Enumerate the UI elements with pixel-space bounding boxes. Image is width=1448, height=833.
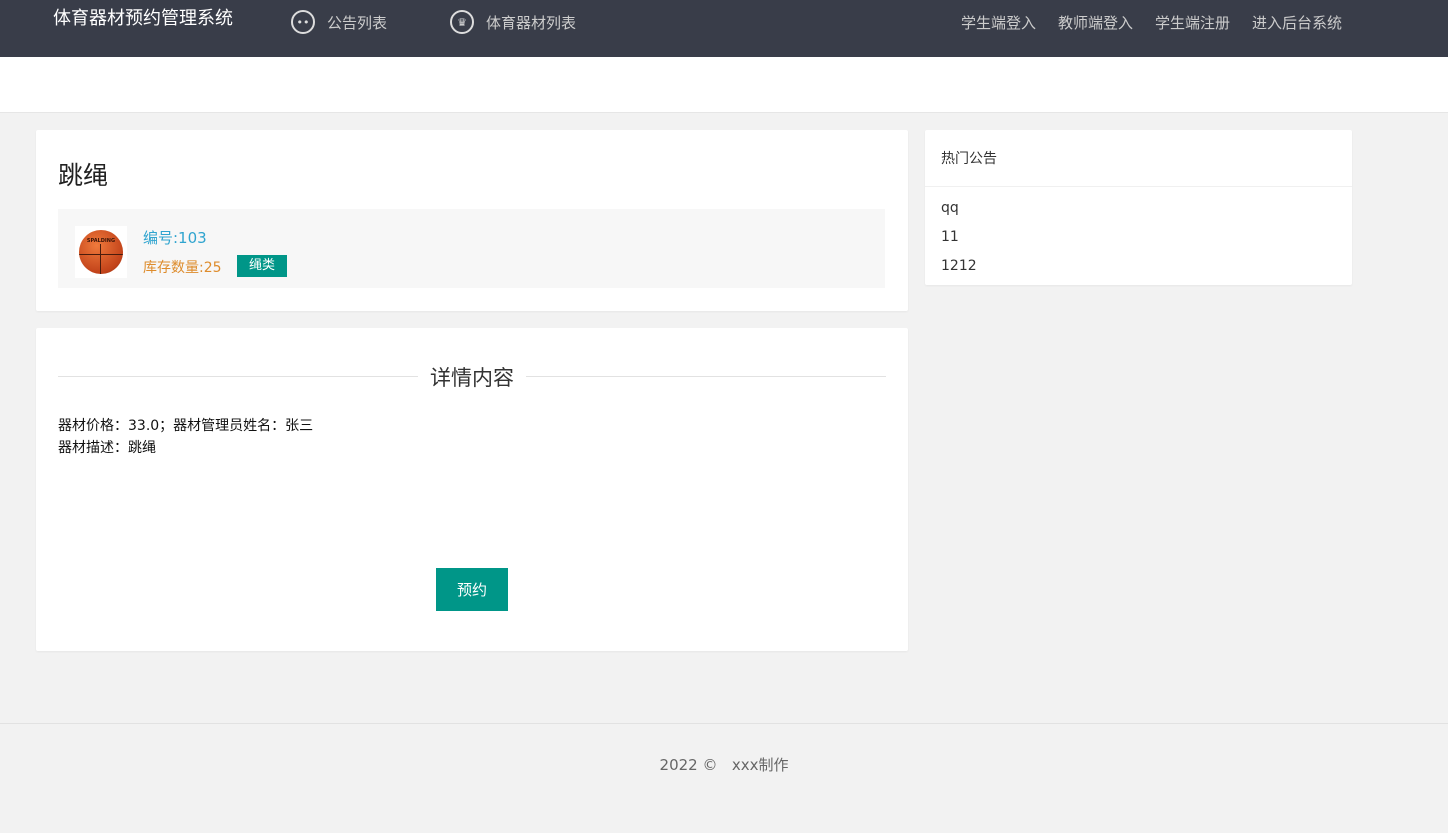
announcement-item[interactable]: qq bbox=[925, 194, 1352, 223]
nav-announcements[interactable]: •• 公告列表 bbox=[291, 10, 387, 34]
item-info: SPALDING 编号:103 库存数量:25 绳类 bbox=[58, 209, 885, 288]
item-code: 编号:103 bbox=[143, 229, 207, 247]
student-register-link[interactable]: 学生端注册 bbox=[1155, 12, 1230, 33]
top-navbar: 体育器材预约管理系统 •• 公告列表 ♛ 体育器材列表 学生端登入 教师端登入 … bbox=[0, 0, 1448, 57]
site-title: 体育器材预约管理系统 bbox=[53, 8, 233, 29]
footer: 2022 © xxx制作 bbox=[0, 723, 1448, 775]
nav-equipment-list[interactable]: ♛ 体育器材列表 bbox=[450, 10, 576, 34]
admin-link[interactable]: 进入后台系统 bbox=[1252, 12, 1342, 33]
nav-label: 体育器材列表 bbox=[486, 13, 577, 32]
footer-author: xxx制作 bbox=[731, 756, 789, 774]
detail-line: 器材描述：跳绳 bbox=[58, 440, 156, 456]
item-name: 跳绳 bbox=[58, 161, 109, 190]
basketball-image: SPALDING bbox=[79, 230, 123, 274]
student-login-link[interactable]: 学生端登入 bbox=[961, 12, 1036, 33]
detail-card: 详情内容 器材价格：33.0；器材管理员姓名：张三 器材描述：跳绳 预约 bbox=[36, 328, 908, 651]
teacher-login-link[interactable]: 教师端登入 bbox=[1058, 12, 1133, 33]
reserve-button[interactable]: 预约 bbox=[436, 568, 508, 611]
item-stock: 库存数量:25 bbox=[143, 260, 222, 276]
hot-announcements: 热门公告 qq 11 1212 bbox=[925, 130, 1352, 285]
announcement-item[interactable]: 11 bbox=[925, 223, 1352, 252]
detail-line: 器材价格：33.0；器材管理员姓名：张三 bbox=[58, 418, 314, 434]
sub-header bbox=[0, 57, 1448, 113]
detail-heading: 详情内容 bbox=[418, 366, 526, 390]
nav-label: 公告列表 bbox=[327, 13, 388, 32]
chat-icon: •• bbox=[291, 10, 315, 34]
sidebar-title: 热门公告 bbox=[925, 130, 1352, 187]
crown-icon: ♛ bbox=[450, 10, 474, 34]
footer-year: 2022 © bbox=[659, 756, 718, 774]
announcement-item[interactable]: 1212 bbox=[925, 252, 1352, 281]
item-card: 跳绳 SPALDING 编号:103 库存数量:25 绳类 bbox=[36, 130, 908, 311]
category-badge: 绳类 bbox=[237, 255, 288, 277]
ball-brand-logo: SPALDING bbox=[86, 238, 116, 244]
item-image: SPALDING bbox=[75, 226, 127, 278]
